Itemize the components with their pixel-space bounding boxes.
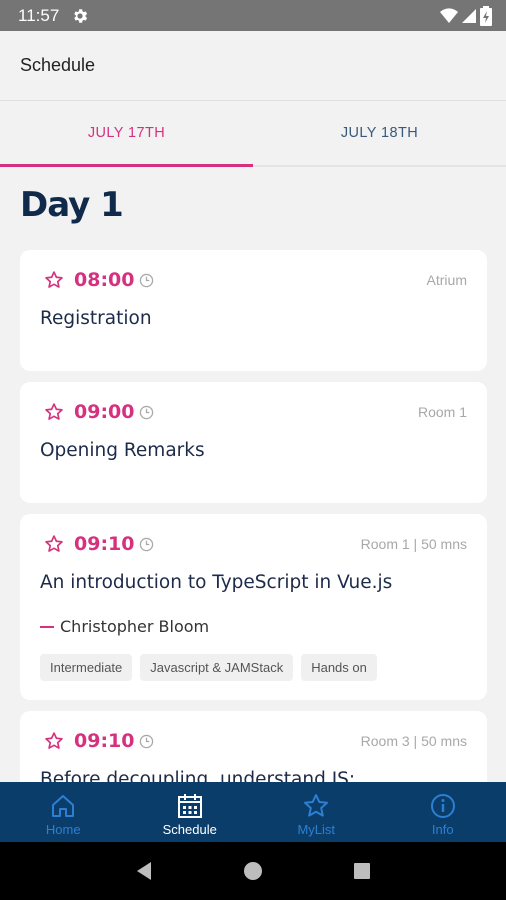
nav-home[interactable]: Home [0, 782, 127, 842]
session-card[interactable]: 09:10 Room 1 | 50 mns An introduction to… [20, 514, 487, 700]
session-title: An introduction to TypeScript in Vue.js [40, 572, 393, 593]
session-card[interactable]: 09:00 Room 1 Opening Remarks [20, 382, 487, 503]
session-title: Opening Remarks [40, 440, 205, 461]
session-time: 09:10 [74, 730, 135, 752]
speaker-dash [40, 625, 54, 628]
nav-info-label: Info [431, 822, 454, 837]
tab-july-17[interactable]: JULY 17TH [0, 101, 253, 167]
session-room: Room 1 [417, 404, 467, 420]
day-title: Day 1 [20, 185, 124, 225]
session-room: Room 3 | 50 mns [360, 733, 467, 749]
home-button-icon[interactable] [242, 860, 264, 882]
signal-icon [462, 8, 476, 23]
clock-icon [140, 537, 154, 551]
session-speaker: Christopher Bloom [40, 617, 209, 636]
favorite-star-icon[interactable] [44, 731, 64, 751]
session-card[interactable]: 08:00 Atrium Registration [20, 250, 487, 371]
favorite-star-icon[interactable] [44, 402, 64, 422]
session-card[interactable]: 09:10 Room 3 | 50 mns Before decoupling,… [20, 711, 487, 782]
nav-mylist[interactable]: MyList [253, 782, 380, 842]
app-bar: Schedule [0, 31, 506, 101]
favorite-star-icon[interactable] [44, 270, 64, 290]
tag-chip: Intermediate [40, 654, 133, 681]
session-header: 09:10 Room 1 | 50 mns [44, 532, 467, 556]
session-room: Room 1 | 50 mns [360, 536, 467, 552]
nav-home-label: Home [45, 822, 81, 837]
clock-icon [140, 405, 154, 419]
date-tabs: JULY 17TH JULY 18TH [0, 101, 506, 167]
nav-mylist-label: MyList [297, 822, 336, 837]
settings-icon [74, 8, 88, 23]
app-screen: 11:57 Schedule JULY 17TH JULY 18TH Day 1… [0, 0, 506, 900]
star-icon [304, 794, 329, 817]
session-tags: Intermediate Javascript & JAMStack Hands… [40, 654, 377, 681]
session-header: 09:00 Room 1 [44, 400, 467, 424]
session-header: 09:10 Room 3 | 50 mns [44, 729, 467, 753]
session-time: 09:10 [74, 533, 135, 555]
recents-icon[interactable] [351, 860, 373, 882]
session-time: 09:00 [74, 401, 135, 423]
status-time: 11:57 [18, 5, 60, 25]
battery-icon [480, 5, 492, 26]
wifi-icon [440, 7, 458, 23]
session-room: Atrium [426, 272, 467, 288]
back-icon[interactable] [133, 860, 155, 882]
clock-icon [140, 734, 154, 748]
speaker-name: Christopher Bloom [60, 617, 210, 636]
system-navigation-bar [0, 842, 506, 900]
tag-chip: Javascript & JAMStack [140, 654, 294, 681]
nav-schedule[interactable]: Schedule [127, 782, 254, 842]
clock-icon [140, 273, 154, 287]
nav-schedule-label: Schedule [162, 822, 217, 837]
schedule-list[interactable]: Day 1 08:00 Atrium Registration 09:00 Ro… [0, 167, 506, 782]
bottom-navigation: Home Schedule MyList Info [0, 782, 506, 842]
tab-july-18[interactable]: JULY 18TH [253, 101, 506, 165]
info-icon [430, 794, 455, 818]
status-icons [440, 5, 492, 26]
session-time: 08:00 [74, 269, 135, 291]
nav-info[interactable]: Info [380, 782, 506, 842]
calendar-icon [177, 794, 202, 818]
session-title: Before decoupling, understand JS: [40, 769, 356, 782]
app-title: Schedule [20, 55, 96, 75]
favorite-star-icon[interactable] [44, 534, 64, 554]
session-title: Registration [40, 308, 152, 329]
status-bar: 11:57 [0, 0, 506, 31]
home-icon [52, 795, 75, 817]
tag-chip: Hands on [301, 654, 377, 681]
session-header: 08:00 Atrium [44, 268, 467, 292]
